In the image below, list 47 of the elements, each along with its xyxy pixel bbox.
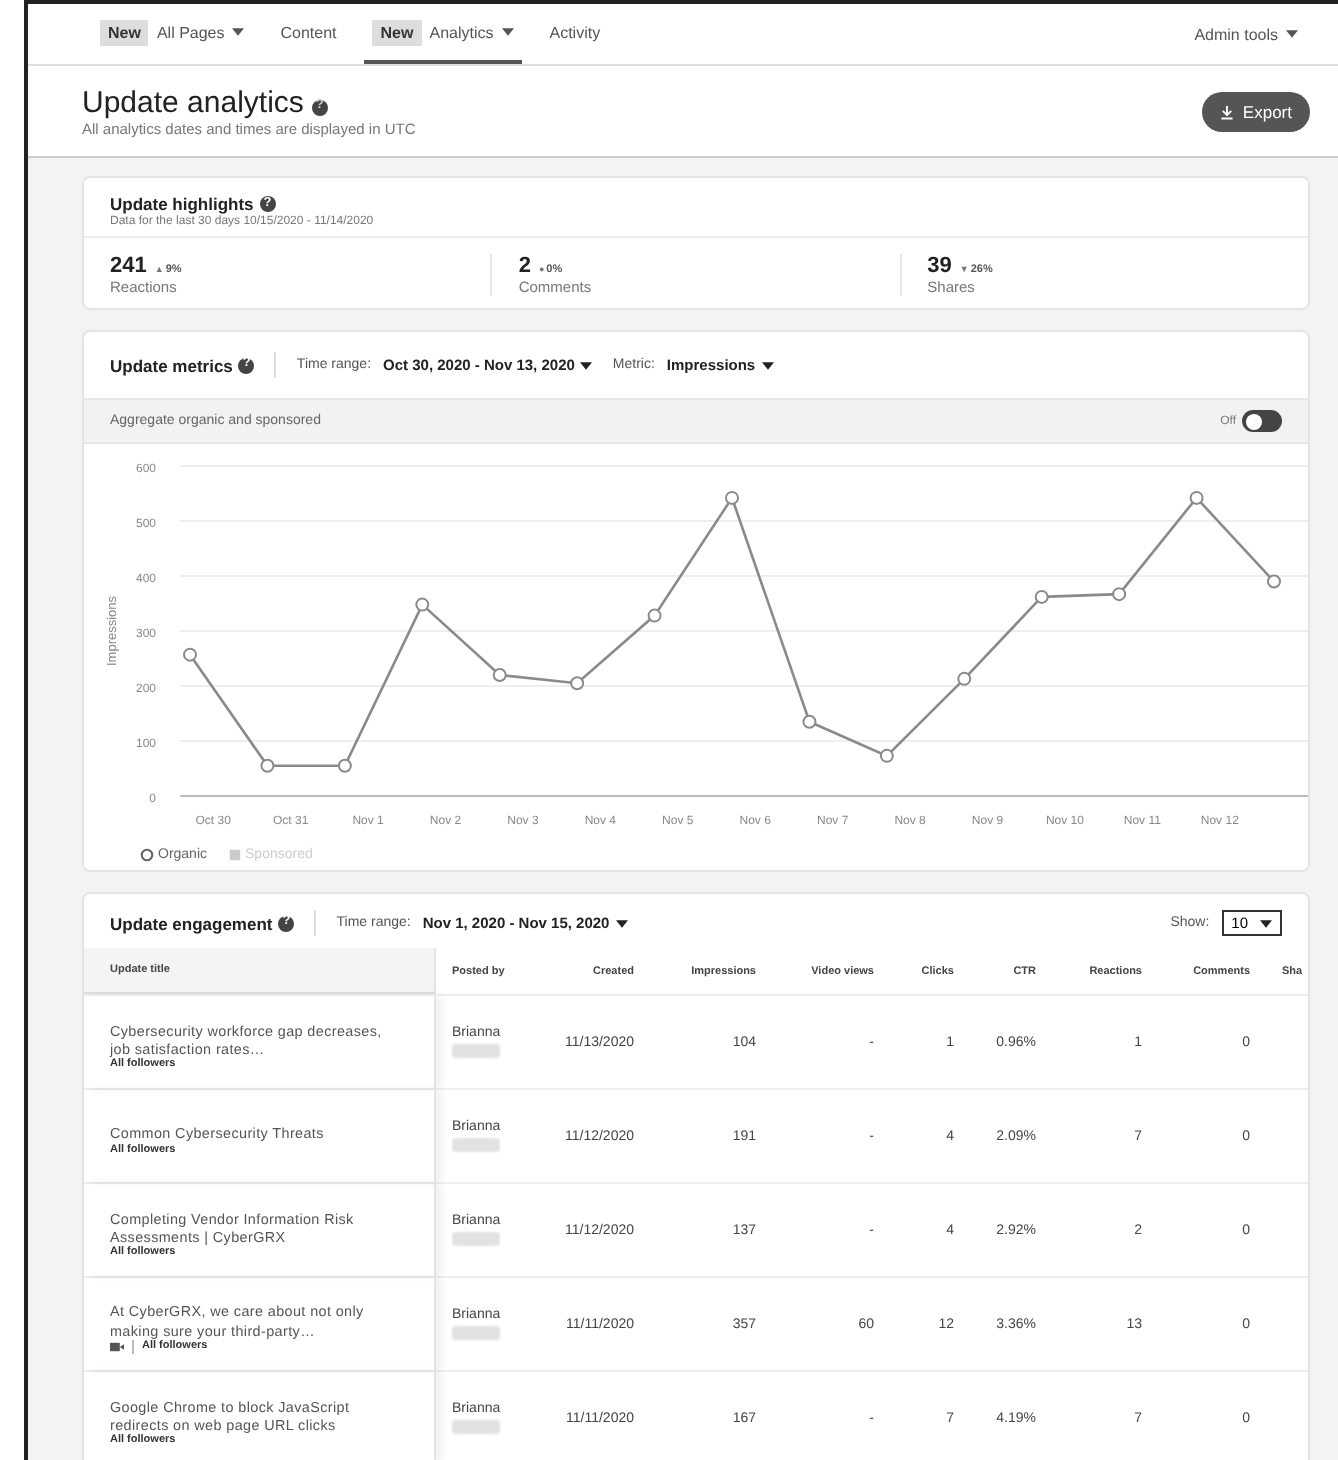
square-icon bbox=[227, 848, 242, 862]
caret-icon bbox=[580, 361, 593, 369]
circle-icon bbox=[140, 848, 154, 862]
data-point bbox=[879, 748, 894, 763]
nav-tab[interactable]: New All Pages bbox=[92, 4, 253, 64]
new-badge: New bbox=[372, 19, 422, 45]
data-point bbox=[570, 676, 585, 691]
nav-label: Content bbox=[280, 23, 337, 41]
toggle-switch[interactable] bbox=[1242, 410, 1282, 432]
data-point bbox=[1112, 587, 1127, 602]
data-point bbox=[492, 668, 507, 682]
data-point bbox=[415, 597, 430, 612]
export-button[interactable]: Export bbox=[1202, 92, 1310, 132]
stat-value: 39 bbox=[927, 254, 952, 278]
page-title: Update analytics bbox=[82, 86, 304, 120]
blurred-text bbox=[452, 1044, 500, 1058]
data-point bbox=[725, 490, 739, 505]
data-point bbox=[957, 671, 972, 686]
blurred-text bbox=[452, 1138, 500, 1152]
data-point bbox=[337, 758, 352, 773]
data-point bbox=[647, 608, 662, 623]
card-title: Update engagement bbox=[110, 913, 273, 933]
blurred-text bbox=[452, 1420, 500, 1434]
nav-tab[interactable]: Activity bbox=[541, 4, 609, 64]
admin-tools-menu[interactable]: Admin tools bbox=[1182, 4, 1310, 64]
data-point bbox=[1034, 589, 1049, 604]
caret-icon bbox=[761, 361, 774, 369]
nav-label: Analytics bbox=[429, 23, 494, 41]
card-title: Update highlights bbox=[110, 194, 254, 214]
nav-label: Activity bbox=[549, 23, 601, 41]
caret-icon bbox=[615, 919, 628, 927]
download-icon bbox=[1220, 105, 1235, 119]
data-point bbox=[183, 647, 197, 662]
data-point bbox=[802, 714, 817, 729]
card-title: Update metrics bbox=[110, 355, 233, 375]
nav-tab[interactable]: Content bbox=[272, 4, 345, 64]
nav-label: All Pages bbox=[156, 23, 225, 41]
caret-icon bbox=[1260, 919, 1272, 927]
data-point bbox=[1189, 490, 1204, 505]
data-point bbox=[260, 758, 275, 773]
new-badge: New bbox=[100, 19, 149, 45]
caret-icon bbox=[1286, 30, 1298, 38]
stat-value: 2 bbox=[518, 254, 531, 278]
data-point bbox=[1267, 574, 1281, 589]
blurred-text bbox=[452, 1326, 500, 1340]
blurred-text bbox=[452, 1232, 500, 1246]
stat-value: 241 bbox=[110, 254, 147, 278]
